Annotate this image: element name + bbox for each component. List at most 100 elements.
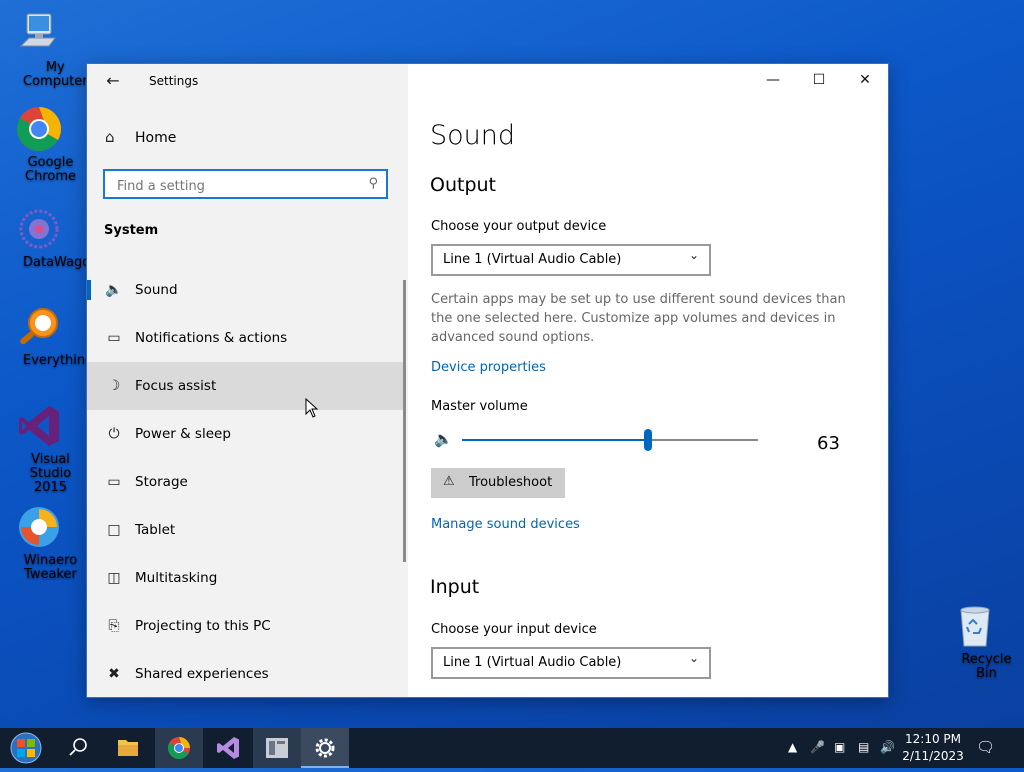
tray-overflow-chevron-icon[interactable]: ▲	[788, 740, 797, 754]
sidebar-item-label: Storage	[135, 474, 188, 490]
minimize-button[interactable]: —	[750, 64, 796, 96]
sidebar-item-label: Focus assist	[135, 378, 217, 394]
desktop-icon-winaero-tweaker[interactable]: Winaero Tweaker	[0, 503, 78, 582]
taskbar-app[interactable]	[253, 728, 301, 768]
taskbar-chrome[interactable]	[155, 728, 203, 768]
input-device-dropdown[interactable]: Line 1 (Virtual Audio Cable) ⌄	[431, 647, 711, 679]
sidebar-item-label: Tablet	[135, 522, 176, 538]
speaker-icon: 🔈	[105, 282, 123, 298]
master-volume-label: Master volume	[431, 399, 528, 414]
settings-gear-icon	[315, 738, 335, 758]
taskbar-search-button[interactable]	[54, 728, 102, 768]
desktop-icon-label: My Computer	[23, 60, 88, 89]
search-input[interactable]	[115, 176, 359, 196]
troubleshoot-button[interactable]: ⚠ Troubleshoot	[431, 468, 565, 498]
sidebar-item-shared-experiences[interactable]: ✖ Shared experiences	[87, 650, 405, 697]
input-device-label: Choose your input device	[431, 622, 597, 637]
slider-thumb[interactable]	[644, 429, 653, 451]
search-icon: ⚲	[368, 176, 378, 191]
master-volume-slider[interactable]	[462, 429, 758, 451]
search-box[interactable]: ⚲	[103, 169, 388, 199]
input-device-value: Line 1 (Virtual Audio Cable)	[443, 655, 622, 670]
microphone-icon[interactable]: 🎤	[810, 740, 825, 754]
start-icon	[10, 732, 42, 764]
sidebar-item-home[interactable]: ⌂ Home	[87, 126, 408, 150]
manage-sound-devices-link[interactable]: Manage sound devices	[431, 517, 580, 532]
chevron-down-icon: ⌄	[688, 248, 699, 262]
sidebar-item-focus-assist[interactable]: ☽ Focus assist	[87, 362, 405, 410]
desktop-icon-label: Recycle Bin	[961, 652, 1012, 681]
mouse-cursor-icon	[305, 397, 319, 422]
output-device-label: Choose your output device	[431, 219, 607, 234]
warning-icon: ⚠	[443, 474, 455, 489]
desktop-icon-label: Winaero Tweaker	[23, 553, 78, 582]
winaero-tweaker-icon	[15, 503, 63, 551]
page-title: Sound	[430, 120, 516, 151]
sidebar-item-label: Shared experiences	[135, 666, 269, 682]
output-device-value: Line 1 (Virtual Audio Cable)	[443, 252, 622, 267]
desktop-icon-visual-studio[interactable]: Visual Studio 2015	[0, 402, 78, 495]
input-heading: Input	[430, 576, 480, 598]
output-description: Certain apps may be set up to use differ…	[431, 292, 846, 345]
visual-studio-icon	[15, 402, 63, 450]
sidebar-item-projecting[interactable]: ⎘ Projecting to this PC	[87, 602, 405, 650]
sidebar-item-sound[interactable]: 🔈 Sound	[87, 266, 405, 314]
sidebar-scrollbar[interactable]	[403, 280, 406, 562]
close-button[interactable]: ✕	[842, 64, 888, 96]
clock-date: 2/11/2023	[902, 749, 964, 763]
output-device-dropdown[interactable]: Line 1 (Virtual Audio Cable) ⌄	[431, 244, 711, 276]
sidebar-item-label: Notifications & actions	[135, 330, 288, 346]
sidebar-item-label: Projecting to this PC	[135, 618, 271, 634]
network-icon[interactable]: ▤	[858, 740, 869, 754]
computer-icon	[15, 10, 63, 58]
storage-icon: ▭	[107, 474, 121, 490]
output-heading: Output	[430, 174, 496, 196]
slider-fill	[462, 439, 649, 441]
volume-icon[interactable]: 🔊	[880, 740, 895, 754]
device-properties-link[interactable]: Device properties	[431, 360, 546, 375]
notifications-icon[interactable]: 🗨	[976, 738, 995, 756]
recycle-bin-icon	[951, 602, 999, 650]
taskbar-file-explorer[interactable]	[104, 728, 152, 768]
maximize-button[interactable]: ☐	[796, 64, 842, 96]
sidebar-item-power-sleep[interactable]: ⏻ Power & sleep	[87, 410, 405, 458]
master-volume-value: 63	[817, 433, 840, 454]
sidebar-group-title: System	[104, 223, 159, 238]
back-arrow-icon[interactable]: ←	[101, 70, 125, 92]
sidebar-item-tablet[interactable]: □ Tablet	[87, 506, 405, 554]
desktop-icon-datawagon[interactable]: DataWagon...	[0, 205, 111, 270]
moon-icon: ☽	[107, 378, 121, 394]
desktop-icon-google-chrome[interactable]: Google Chrome	[0, 105, 78, 184]
projecting-icon: ⎘	[108, 618, 120, 634]
sidebar-item-multitasking[interactable]: ◫ Multitasking	[87, 554, 405, 602]
app-icon	[266, 738, 288, 758]
sidebar-item-storage[interactable]: ▭ Storage	[87, 458, 405, 506]
taskbar-visual-studio[interactable]	[204, 728, 252, 768]
sidebar-item-label: Multitasking	[135, 570, 218, 586]
action-center-app-icon[interactable]: ▣	[834, 740, 845, 754]
desktop-icon-everything[interactable]: Everything	[0, 303, 93, 368]
notification-icon: ▭	[107, 330, 121, 346]
system-clock[interactable]: 12:10 PM 2/11/2023	[902, 731, 964, 765]
speaker-icon[interactable]: 🔈	[434, 430, 453, 448]
start-button[interactable]	[2, 728, 50, 768]
chrome-icon	[168, 737, 190, 759]
sidebar-item-notifications[interactable]: ▭ Notifications & actions	[87, 314, 405, 362]
sidebar-item-label: Home	[135, 130, 177, 146]
sidebar-item-label: Power & sleep	[135, 426, 231, 442]
settings-content: — ☐ ✕ Sound Output Choose your output de…	[408, 64, 888, 697]
power-icon: ⏻	[108, 426, 120, 442]
desktop-icon-my-computer[interactable]: My Computer	[0, 10, 88, 89]
taskbar-settings[interactable]	[301, 728, 349, 768]
desktop-icon-label: Google Chrome	[25, 155, 76, 184]
desktop-icon-label: Everything	[23, 353, 94, 368]
troubleshoot-label: Troubleshoot	[469, 475, 553, 490]
multitasking-icon: ◫	[107, 570, 121, 586]
file-explorer-icon	[118, 740, 138, 756]
chevron-down-icon: ⌄	[688, 651, 699, 665]
desktop-icon-recycle-bin[interactable]: Recycle Bin	[936, 602, 1014, 681]
settings-window: ← Settings ⌂ Home ⚲ System 🔈 Sound ▭ Not…	[87, 64, 888, 697]
desktop-icon-label: Visual Studio 2015	[29, 452, 72, 495]
tablet-icon: □	[107, 522, 121, 538]
settings-sidebar: ← Settings ⌂ Home ⚲ System 🔈 Sound ▭ Not…	[87, 64, 408, 697]
